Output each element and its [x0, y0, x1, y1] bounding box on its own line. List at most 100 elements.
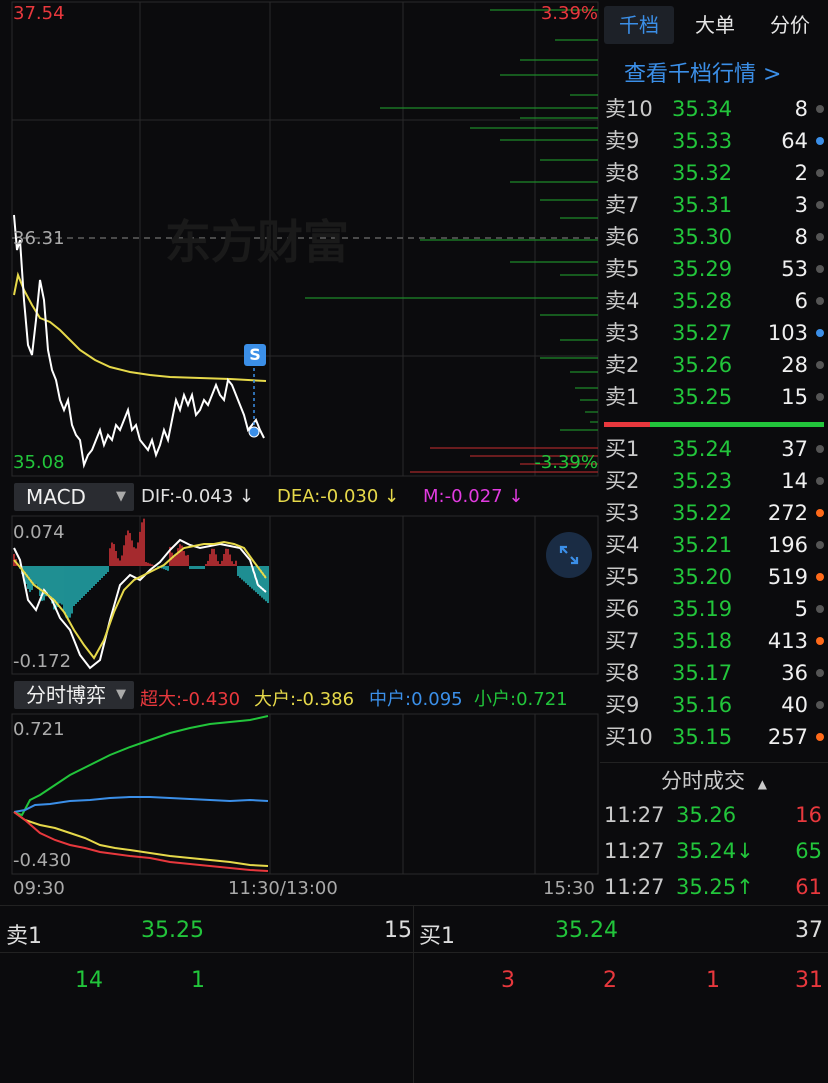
sell-order-row[interactable]: 卖4 35.28 6 — [600, 285, 828, 317]
order-dot-icon — [816, 297, 824, 305]
sell-order-price: 35.25 — [672, 385, 733, 409]
sell-order-volume: 3 — [794, 193, 808, 217]
macd-bottom-label: -0.172 — [13, 651, 72, 672]
order-dot-icon — [816, 701, 824, 709]
sell-order-row[interactable]: 卖7 35.31 3 — [600, 189, 828, 221]
s-marker-badge[interactable]: S — [244, 344, 266, 366]
buy-order-price: 35.24 — [672, 437, 733, 461]
sell-order-label: 卖8 — [605, 161, 640, 185]
right-queue-item: 2 — [603, 968, 617, 993]
sell-order-volume: 8 — [794, 225, 808, 249]
trade-volume: 16 — [795, 803, 822, 827]
chart-area[interactable]: 东方财富 37.54 36.31 35.08 3.39% -3.39% S MA… — [0, 0, 600, 905]
sell-order-label: 卖7 — [605, 193, 640, 217]
order-dot-icon — [816, 445, 824, 453]
buy-order-price: 35.15 — [672, 725, 733, 749]
dea-value: DEA:-0.030 ↓ — [277, 486, 400, 507]
left-queue-item: 14 — [75, 968, 103, 993]
buy-order-volume: 40 — [781, 693, 808, 717]
sell-order-row[interactable]: 卖2 35.26 28 — [600, 349, 828, 381]
sell-order-price: 35.26 — [672, 353, 733, 377]
m-value: M:-0.027 ↓ — [423, 486, 524, 507]
trade-row: 11:27 35.25↑ 61 — [600, 869, 828, 905]
game-bottom-label: -0.430 — [13, 850, 72, 871]
sell-order-volume: 103 — [767, 321, 808, 345]
buy-order-label: 买6 — [605, 597, 640, 621]
sell-order-row[interactable]: 卖8 35.32 2 — [600, 157, 828, 189]
expand-icon — [559, 545, 579, 565]
sell-order-price: 35.29 — [672, 257, 733, 281]
intraday-chart[interactable]: 东方财富 — [0, 0, 600, 905]
sell-order-volume: 8 — [794, 97, 808, 121]
dif-value: DIF:-0.043 ↓ — [141, 486, 255, 507]
left-queue-item: 1 — [191, 968, 205, 993]
sell-order-volume: 28 — [781, 353, 808, 377]
bottom-queue-panel: 卖1 35.25 15 买1 35.24 37 14 1 3 2 1 31 — [0, 905, 828, 1083]
prev-close-label: 36.31 — [13, 228, 65, 249]
ratio-bar-red — [604, 422, 650, 427]
trade-price: 35.25↑ — [676, 875, 754, 899]
game-selector-label: 分时博弈 — [26, 683, 106, 707]
price-high-label: 37.54 — [13, 3, 65, 24]
buy-order-volume: 257 — [767, 725, 808, 749]
buy-order-row[interactable]: 买6 35.19 5 — [600, 593, 828, 625]
buy-order-row[interactable]: 买3 35.22 272 — [600, 497, 828, 529]
buy-order-row[interactable]: 买2 35.23 14 — [600, 465, 828, 497]
ratio-bar — [604, 422, 824, 427]
macd-selector-label: MACD — [26, 485, 86, 509]
buy-order-label: 买4 — [605, 533, 640, 557]
trades-header[interactable]: 分时成交 ▲ — [600, 762, 828, 799]
order-dot-icon — [816, 137, 824, 145]
buy-order-volume: 196 — [767, 533, 808, 557]
expand-button[interactable] — [546, 532, 592, 578]
sell-order-label: 卖4 — [605, 289, 640, 313]
tab-fenjia[interactable]: 分价 — [755, 6, 825, 44]
sell-order-price: 35.30 — [672, 225, 733, 249]
trade-volume: 65 — [795, 839, 822, 863]
watermark: 东方财富 — [165, 215, 349, 269]
game-top-label: 0.721 — [13, 719, 65, 740]
sell-order-row[interactable]: 卖3 35.27 103 — [600, 317, 828, 349]
macd-selector[interactable]: MACD ▼ — [14, 483, 134, 511]
order-dot-icon — [816, 669, 824, 677]
sell-order-volume: 64 — [781, 129, 808, 153]
sell-order-row[interactable]: 卖9 35.33 64 — [600, 125, 828, 157]
order-dot-icon — [816, 393, 824, 401]
sell-order-row[interactable]: 卖1 35.25 15 — [600, 381, 828, 413]
game-selector[interactable]: 分时博弈 ▼ — [14, 681, 134, 709]
sell-order-volume: 6 — [794, 289, 808, 313]
trade-row: 11:27 35.26 16 — [600, 797, 828, 833]
caret-down-icon: ▼ — [116, 687, 126, 702]
buy-order-row[interactable]: 买1 35.24 37 — [600, 433, 828, 465]
trade-price: 35.26 — [676, 803, 737, 827]
tab-dadan[interactable]: 大单 — [680, 6, 750, 44]
buy-order-label: 买10 — [605, 725, 653, 749]
sell-order-row[interactable]: 卖10 35.34 8 — [600, 93, 828, 125]
order-book-link[interactable]: 查看千档行情 > — [624, 56, 781, 88]
order-dot-icon — [816, 361, 824, 369]
sell-order-row[interactable]: 卖5 35.29 53 — [600, 253, 828, 285]
buy-order-row[interactable]: 买9 35.16 40 — [600, 689, 828, 721]
pct-low-label: -3.39% — [534, 452, 598, 473]
buy-order-row[interactable]: 买10 35.15 257 — [600, 721, 828, 753]
buy-order-volume: 272 — [767, 501, 808, 525]
sell-order-label: 卖10 — [605, 97, 653, 121]
tab-qiandang[interactable]: 千档 — [604, 6, 674, 44]
buy-order-row[interactable]: 买8 35.17 36 — [600, 657, 828, 689]
big-value: 大户:-0.386 — [254, 689, 355, 710]
time-axis-start: 09:30 — [13, 878, 65, 899]
bottom-buy-price: 35.24 — [555, 918, 618, 943]
buy-order-row[interactable]: 买4 35.21 196 — [600, 529, 828, 561]
macd-top-label: 0.074 — [13, 522, 65, 543]
trade-row: 11:27 35.24↓ 65 — [600, 833, 828, 869]
sell-order-row[interactable]: 卖6 35.30 8 — [600, 221, 828, 253]
trade-time: 11:27 — [604, 803, 665, 827]
order-dot-icon — [816, 605, 824, 613]
sell-order-price: 35.27 — [672, 321, 733, 345]
buy-order-row[interactable]: 买7 35.18 413 — [600, 625, 828, 657]
buy-order-price: 35.23 — [672, 469, 733, 493]
caret-up-icon: ▲ — [757, 777, 767, 791]
buy-order-label: 买2 — [605, 469, 640, 493]
right-queue-item: 3 — [501, 968, 515, 993]
buy-order-row[interactable]: 买5 35.20 519 — [600, 561, 828, 593]
